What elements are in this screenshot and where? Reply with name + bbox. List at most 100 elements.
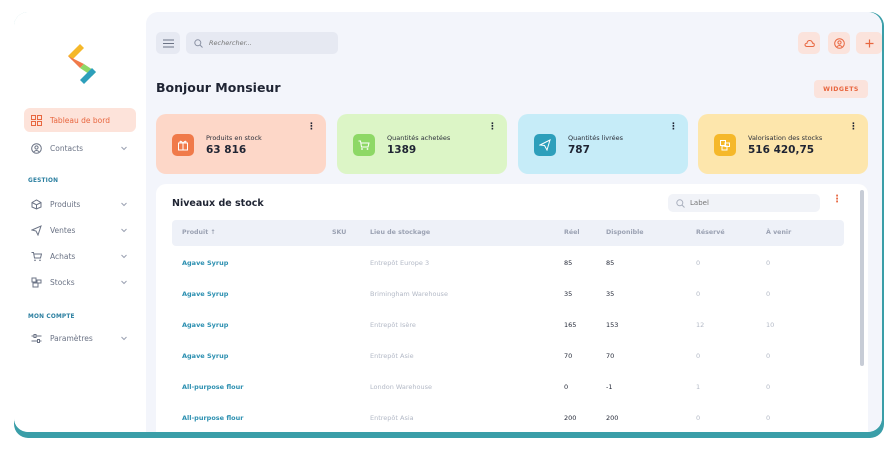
available-cell: 70 bbox=[606, 352, 615, 360]
location-cell: London Warehouse bbox=[370, 383, 433, 391]
label-filter[interactable] bbox=[668, 194, 820, 212]
chevron-down-icon bbox=[121, 280, 127, 285]
product-link[interactable]: Agave Syrup bbox=[182, 321, 228, 329]
sidebar-item-stocks[interactable]: Stocks bbox=[24, 270, 136, 294]
sidebar-item-products[interactable]: Produits bbox=[24, 192, 136, 216]
dashboard-icon bbox=[30, 114, 42, 126]
sidebar-item-purchases[interactable]: Achats bbox=[24, 244, 136, 268]
contacts-icon bbox=[30, 142, 42, 154]
real-cell: 200 bbox=[564, 414, 577, 422]
table-header: Produit ↑ SKU Lieu de stockage Réel Disp… bbox=[172, 220, 844, 246]
box-icon bbox=[30, 198, 42, 210]
column-header-available[interactable]: Disponible bbox=[606, 229, 644, 236]
incoming-cell: 0 bbox=[766, 352, 771, 360]
incoming-cell: 0 bbox=[766, 259, 771, 267]
widgets-button[interactable]: WIDGETS bbox=[814, 80, 868, 98]
sidebar-item-dashboard[interactable]: Tableau de bord bbox=[24, 108, 136, 132]
hamburger-icon bbox=[162, 38, 174, 48]
available-cell: 35 bbox=[606, 290, 615, 298]
column-header-incoming[interactable]: À venir bbox=[766, 229, 791, 236]
sidebar-item-label: Achats bbox=[50, 251, 76, 261]
sidebar-item-sales[interactable]: Ventes bbox=[24, 218, 136, 242]
table-row[interactable]: Agave Syrup Entrepôt Isère 165 153 12 10 bbox=[172, 310, 844, 340]
chevron-down-icon bbox=[121, 146, 127, 151]
product-link[interactable]: All-purpose flour bbox=[182, 414, 243, 422]
column-header-location[interactable]: Lieu de stockage bbox=[370, 229, 430, 236]
stat-card-value: 1389 bbox=[387, 144, 417, 156]
location-cell: Entrepôt Asie bbox=[370, 352, 414, 360]
real-cell: 85 bbox=[564, 259, 573, 267]
card-menu-button[interactable]: ⋮ bbox=[669, 122, 678, 132]
section-title-gestion: GESTION bbox=[28, 178, 59, 184]
sidebar-item-settings[interactable]: Paramètres bbox=[24, 326, 136, 350]
product-link[interactable]: Agave Syrup bbox=[182, 352, 228, 360]
reserved-cell: 0 bbox=[696, 259, 701, 267]
product-link[interactable]: Agave Syrup bbox=[182, 259, 228, 267]
stat-card-value: 63 816 bbox=[206, 144, 247, 156]
chevron-down-icon bbox=[121, 228, 127, 233]
stat-card-delivered-quantity: Quantités livrées 787 ⋮ bbox=[518, 114, 688, 174]
location-cell: Entrepôt Asia bbox=[370, 414, 414, 422]
cart-icon bbox=[353, 134, 375, 156]
reserved-cell: 1 bbox=[696, 383, 701, 391]
send-icon bbox=[30, 224, 42, 236]
incoming-cell: 0 bbox=[766, 383, 771, 391]
global-search[interactable] bbox=[186, 32, 338, 54]
real-cell: 165 bbox=[564, 321, 577, 329]
product-link[interactable]: All-purpose flour bbox=[182, 383, 243, 391]
location-cell: Brimingham Warehouse bbox=[370, 290, 448, 298]
incoming-cell: 0 bbox=[766, 290, 771, 298]
stat-card-label: Produits en stock bbox=[206, 134, 262, 142]
stat-card-value: 516 420,75 bbox=[748, 144, 815, 156]
stat-card-label: Quantités achetées bbox=[387, 134, 451, 142]
section-title-account: MON COMPTE bbox=[28, 314, 75, 320]
sidebar-item-label: Tableau de bord bbox=[50, 115, 110, 125]
user-icon bbox=[833, 37, 845, 49]
sidebar-item-label: Paramètres bbox=[50, 333, 93, 343]
reserved-cell: 0 bbox=[696, 352, 701, 360]
table-row[interactable]: Agave Syrup Brimingham Warehouse 35 35 0… bbox=[172, 279, 844, 309]
stat-card-purchased-quantity: Quantités achetées 1389 ⋮ bbox=[337, 114, 507, 174]
table-row[interactable]: All-purpose flour London Warehouse 0 -1 … bbox=[172, 372, 844, 402]
table-row[interactable]: All-purpose flour Entrepôt Asia 200 200 … bbox=[172, 403, 844, 432]
add-button[interactable] bbox=[856, 32, 882, 54]
plus-icon bbox=[865, 39, 873, 47]
cloud-button[interactable] bbox=[798, 32, 820, 54]
reserved-cell: 12 bbox=[696, 321, 705, 329]
card-menu-button[interactable]: ⋮ bbox=[488, 122, 497, 132]
card-menu-button[interactable]: ⋮ bbox=[849, 122, 858, 132]
location-cell: Entrepôt Isère bbox=[370, 321, 416, 329]
available-cell: -1 bbox=[606, 383, 613, 391]
stat-card-value: 787 bbox=[568, 144, 590, 156]
stat-card-products-in-stock: Produits en stock 63 816 ⋮ bbox=[156, 114, 326, 174]
label-filter-input[interactable] bbox=[690, 199, 800, 207]
product-link[interactable]: Agave Syrup bbox=[182, 290, 228, 298]
gift-box-icon bbox=[172, 134, 194, 156]
available-cell: 200 bbox=[606, 414, 619, 422]
available-cell: 153 bbox=[606, 321, 619, 329]
chevron-down-icon bbox=[121, 254, 127, 259]
column-header-sku[interactable]: SKU bbox=[332, 229, 346, 236]
search-input[interactable] bbox=[209, 39, 329, 47]
real-cell: 35 bbox=[564, 290, 573, 298]
send-icon bbox=[534, 134, 556, 156]
cart-icon bbox=[30, 250, 42, 262]
page-title: Bonjour Monsieur bbox=[156, 80, 281, 95]
panel-menu-button[interactable]: ⋮ bbox=[832, 194, 842, 205]
search-icon bbox=[676, 198, 685, 208]
user-account-button[interactable] bbox=[828, 32, 850, 54]
column-header-real[interactable]: Réel bbox=[564, 229, 580, 236]
app-window: Tableau de bord Contacts GESTION Produit… bbox=[14, 12, 882, 432]
cloud-icon bbox=[803, 39, 815, 47]
table-row[interactable]: Agave Syrup Entrepôt Asie 70 70 0 0 bbox=[172, 341, 844, 371]
sidebar-item-contacts[interactable]: Contacts bbox=[24, 136, 136, 160]
sidebar: Tableau de bord Contacts GESTION Produit… bbox=[14, 12, 146, 432]
column-header-reserved[interactable]: Réservé bbox=[696, 229, 725, 236]
menu-toggle-button[interactable] bbox=[156, 32, 180, 54]
card-menu-button[interactable]: ⋮ bbox=[307, 122, 316, 132]
table-row[interactable]: Agave Syrup Entrepôt Europe 3 85 85 0 0 bbox=[172, 248, 844, 278]
column-header-product[interactable]: Produit ↑ bbox=[182, 229, 216, 236]
main-content: Bonjour Monsieur WIDGETS Produits en sto… bbox=[146, 12, 882, 432]
table-scrollbar[interactable] bbox=[860, 190, 864, 366]
real-cell: 70 bbox=[564, 352, 573, 360]
